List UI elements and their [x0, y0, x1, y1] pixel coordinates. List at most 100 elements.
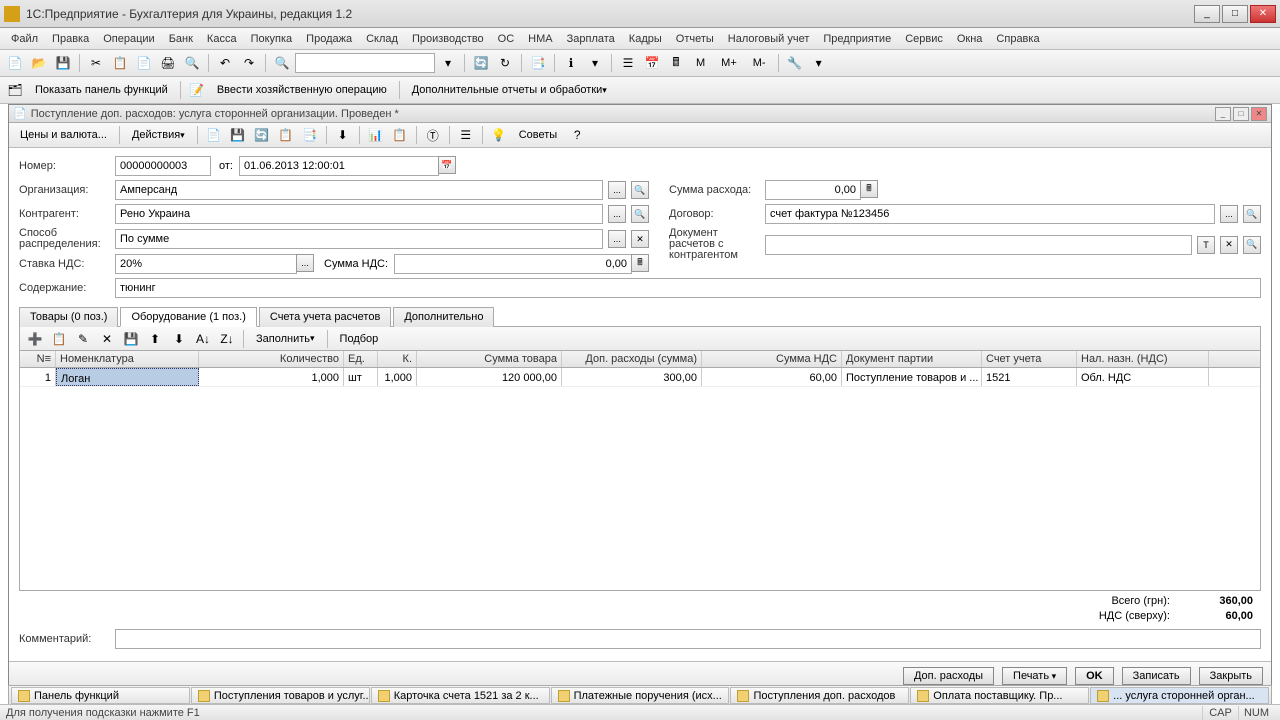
refresh-icon[interactable]: 🔄 [470, 52, 492, 74]
extra-reports-button[interactable]: Дополнительные отчеты и обработки [405, 79, 614, 101]
redo-icon[interactable]: ↷ [238, 52, 260, 74]
ft-list-icon[interactable]: ☰ [455, 124, 477, 146]
search-icon[interactable]: 🔍 [271, 52, 293, 74]
preview-icon[interactable]: 🔍 [181, 52, 203, 74]
vat-sum-calc-icon[interactable]: 🖩 [631, 254, 649, 272]
gt-down-icon[interactable]: ⬇ [168, 328, 190, 350]
date-input[interactable] [239, 156, 439, 176]
menu-nma[interactable]: НМА [521, 33, 559, 45]
ft-tree-icon[interactable]: Ⓣ [422, 124, 444, 146]
menu-service[interactable]: Сервис [898, 33, 950, 45]
tab-accounts[interactable]: Счета учета расчетов [259, 307, 391, 327]
ft-icon3[interactable]: 🔄 [251, 124, 273, 146]
menu-help[interactable]: Справка [989, 33, 1046, 45]
tool-icon[interactable]: 🔧 [784, 52, 806, 74]
ft-icon6[interactable]: ⬇ [332, 124, 354, 146]
pick-button[interactable]: Подбор [333, 328, 386, 350]
tips-button[interactable]: Советы [512, 124, 564, 146]
panel-icon[interactable]: 🗂 [4, 79, 26, 101]
taskbar-item[interactable]: Оплата поставщику. Пр... [910, 687, 1089, 704]
taskbar-item[interactable]: Поступления товаров и услуг... [191, 687, 370, 704]
paste-icon[interactable]: 📄 [133, 52, 155, 74]
copy-icon[interactable]: 📋 [109, 52, 131, 74]
ft-icon8[interactable]: 📋 [389, 124, 411, 146]
taskbar-item[interactable]: Платежные поручения (исх... [551, 687, 730, 704]
header-acct[interactable]: Счет учета [982, 351, 1077, 367]
menu-sale[interactable]: Продажа [299, 33, 359, 45]
settledoc-search-icon[interactable]: 🔍 [1243, 236, 1261, 254]
menu-salary[interactable]: Зарплата [560, 33, 622, 45]
ft-icon1[interactable]: 📄 [203, 124, 225, 146]
org-search-icon[interactable]: 🔍 [631, 181, 649, 199]
org-input[interactable] [115, 180, 603, 200]
counter-search-icon[interactable]: 🔍 [631, 205, 649, 223]
expense-calc-icon[interactable]: 🖩 [860, 180, 878, 198]
taskbar-item[interactable]: Карточка счета 1521 за 2 к... [371, 687, 550, 704]
mminus-button[interactable]: M- [746, 52, 773, 74]
calc-icon[interactable]: 🖩 [665, 52, 687, 74]
menu-bank[interactable]: Банк [162, 33, 200, 45]
prices-button[interactable]: Цены и валюта... [13, 124, 114, 146]
save-icon[interactable]: 💾 [52, 52, 74, 74]
org-select-icon[interactable]: ... [608, 181, 626, 199]
show-panel-button[interactable]: Показать панель функций [28, 79, 175, 101]
distr-select-icon[interactable]: ... [608, 230, 626, 248]
fill-button[interactable]: Заполнить [249, 328, 322, 350]
sw-close-button[interactable]: ✕ [1251, 107, 1267, 121]
counter-input[interactable] [115, 204, 603, 224]
header-qty[interactable]: Количество [199, 351, 344, 367]
new-icon[interactable]: 📄 [4, 52, 26, 74]
gt-delete-icon[interactable]: ✕ [96, 328, 118, 350]
cell-name[interactable]: Логан [56, 368, 199, 386]
calendar-picker-icon[interactable]: 📅 [438, 156, 456, 174]
tab-goods[interactable]: Товары (0 поз.) [19, 307, 118, 327]
table-row[interactable]: 1 Логан 1,000 шт 1,000 120 000,00 300,00… [20, 368, 1260, 387]
sw-minimize-button[interactable]: _ [1215, 107, 1231, 121]
m-button[interactable]: M [689, 52, 712, 74]
close-form-button[interactable]: Закрыть [1199, 667, 1263, 685]
open-icon[interactable]: 📂 [28, 52, 50, 74]
expense-input[interactable] [765, 180, 861, 200]
calendar-icon[interactable]: 📅 [641, 52, 663, 74]
close-button[interactable]: ✕ [1250, 5, 1276, 23]
header-extra[interactable]: Доп. расходы (сумма) [562, 351, 702, 367]
actions-button[interactable]: Действия [125, 124, 192, 146]
vat-input[interactable] [115, 254, 297, 274]
menu-edit[interactable]: Правка [45, 33, 96, 45]
menu-hr[interactable]: Кадры [622, 33, 669, 45]
distr-input[interactable] [115, 229, 603, 249]
settledoc-t-icon[interactable]: T [1197, 236, 1215, 254]
menu-operations[interactable]: Операции [96, 33, 161, 45]
gt-edit-icon[interactable]: ✎ [72, 328, 94, 350]
help-icon[interactable]: ? [566, 124, 588, 146]
taskbar-item-active[interactable]: ... услуга сторонней орган... [1090, 687, 1269, 704]
sw-maximize-button[interactable]: □ [1233, 107, 1249, 121]
contract-select-icon[interactable]: ... [1220, 205, 1238, 223]
print-icon[interactable]: 🖨 [157, 52, 179, 74]
header-name[interactable]: Номенклатура [56, 351, 199, 367]
tool-dd-icon[interactable]: ▾ [808, 52, 830, 74]
manual-op-button[interactable]: Ввести хозяйственную операцию [210, 79, 394, 101]
menu-enterprise[interactable]: Предприятие [816, 33, 898, 45]
ft-icon5[interactable]: 📑 [299, 124, 321, 146]
extra-expense-button[interactable]: Доп. расходы [903, 667, 994, 685]
info-dd-icon[interactable]: ▾ [584, 52, 606, 74]
tab-equipment[interactable]: Оборудование (1 поз.) [120, 307, 256, 327]
number-input[interactable] [115, 156, 211, 176]
header-sum[interactable]: Сумма товара [417, 351, 562, 367]
header-unit[interactable]: Ед. [344, 351, 378, 367]
menu-reports[interactable]: Отчеты [669, 33, 721, 45]
manual-op-icon[interactable]: 📝 [186, 79, 208, 101]
gt-sort-za-icon[interactable]: Z↓ [216, 328, 238, 350]
minimize-button[interactable]: _ [1194, 5, 1220, 23]
clone-icon[interactable]: 📑 [527, 52, 549, 74]
ft-icon2[interactable]: 💾 [227, 124, 249, 146]
vat-sum-input[interactable] [394, 254, 632, 274]
menu-purchase[interactable]: Покупка [244, 33, 300, 45]
menu-warehouse[interactable]: Склад [359, 33, 405, 45]
menu-file[interactable]: Файл [4, 33, 45, 45]
taskbar-item[interactable]: Поступления доп. расходов [730, 687, 909, 704]
content-input[interactable] [115, 278, 1261, 298]
ft-icon4[interactable]: 📋 [275, 124, 297, 146]
tips-icon[interactable]: 💡 [488, 124, 510, 146]
